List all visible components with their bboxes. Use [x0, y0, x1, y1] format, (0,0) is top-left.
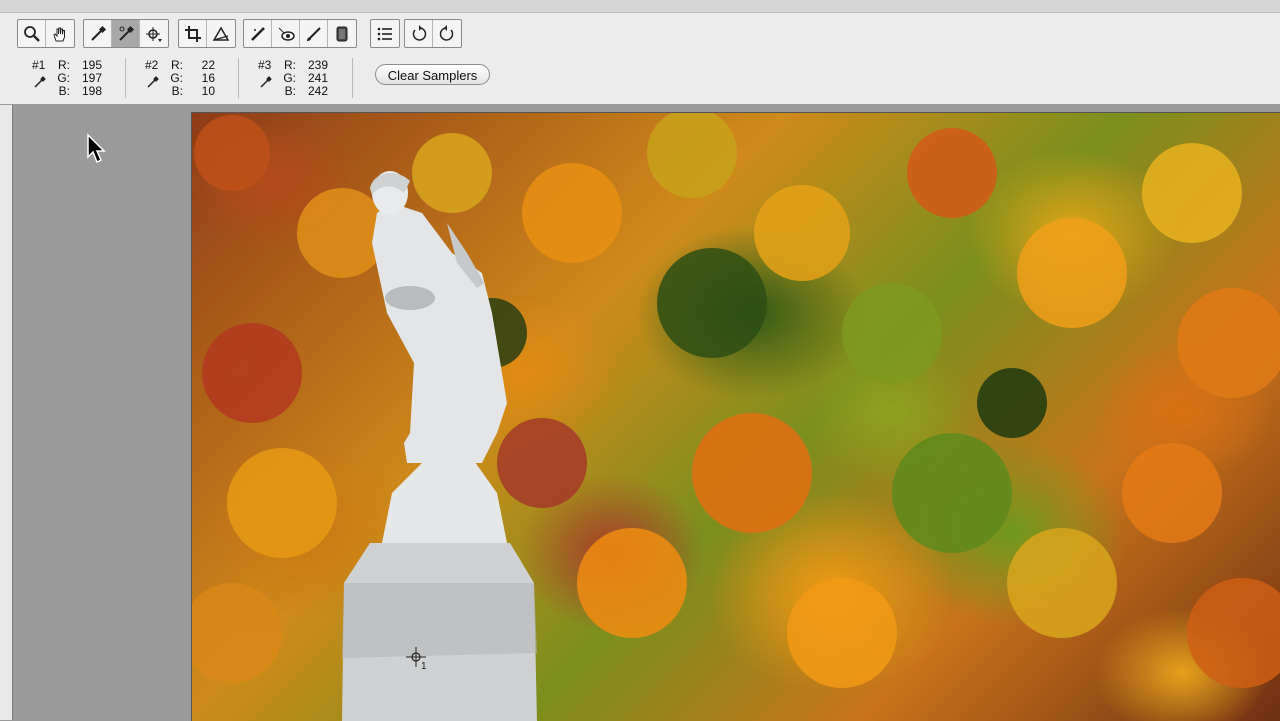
- sampler-number: #1: [32, 58, 46, 72]
- blue-label: B:: [58, 84, 70, 98]
- green-label: G:: [57, 71, 70, 85]
- sampler-divider: [238, 58, 239, 98]
- targeted-adjustment-tool-button[interactable]: [140, 20, 168, 47]
- eyedropper-icon: [34, 76, 46, 88]
- zoom-tool-button[interactable]: [18, 20, 46, 47]
- white-balance-icon: [90, 25, 106, 41]
- hand-tool-button[interactable]: [46, 20, 74, 47]
- graduated-filter-tool-button[interactable]: [328, 20, 356, 47]
- spot-removal-icon: [250, 27, 264, 41]
- rotate-right-icon: [439, 24, 454, 41]
- zoom-icon: [23, 25, 40, 42]
- toolbar: #1 R: G: B: 195 197 198 #2 R: G: B: 22 1…: [0, 0, 1280, 105]
- straighten-tool-button[interactable]: [207, 20, 235, 47]
- hand-icon: [53, 27, 65, 41]
- preferences-button[interactable]: [371, 20, 399, 47]
- red-value: 195: [81, 58, 102, 72]
- red-label: R:: [58, 58, 70, 72]
- crop-icon: [184, 25, 201, 42]
- white-balance-tool-button[interactable]: [84, 20, 112, 47]
- red-value: 239: [307, 58, 328, 72]
- blue-value: 198: [81, 84, 102, 98]
- red-value: 22: [201, 58, 215, 72]
- window-left-frame: [0, 105, 13, 720]
- sampler-tool-group: [83, 19, 169, 48]
- sampler-divider: [352, 58, 353, 98]
- spot-removal-tool-button[interactable]: [244, 20, 272, 47]
- adjustment-brush-tool-button[interactable]: [300, 20, 328, 47]
- image-preview[interactable]: 1: [191, 112, 1280, 721]
- preferences-tool-group: [370, 19, 400, 48]
- red-label: R:: [284, 58, 296, 72]
- rotate-left-button[interactable]: [405, 20, 433, 47]
- red-eye-icon: [278, 27, 295, 41]
- rotate-tool-group: [404, 19, 462, 48]
- green-label: G:: [283, 71, 296, 85]
- sampler-1-readout: #1 R: G: B: 195 197 198: [32, 58, 112, 98]
- crop-tool-group: [178, 19, 236, 48]
- sampler-2-readout: #2 R: G: B: 22 16 10: [145, 58, 225, 98]
- eyedropper-icon: [147, 76, 159, 88]
- eyedropper-icon: [260, 76, 272, 88]
- red-eye-tool-button[interactable]: [272, 20, 300, 47]
- retouch-tool-group: [243, 19, 357, 48]
- clear-samplers-button[interactable]: Clear Samplers: [375, 64, 490, 85]
- straighten-icon: [212, 26, 230, 41]
- red-label: R:: [171, 58, 183, 72]
- green-value: 197: [81, 71, 102, 85]
- blue-value: 10: [201, 84, 215, 98]
- green-value: 16: [201, 71, 215, 85]
- green-value: 241: [307, 71, 328, 85]
- sampler-number: #2: [145, 58, 159, 72]
- rotate-right-button[interactable]: [433, 20, 461, 47]
- blue-label: B:: [171, 84, 183, 98]
- photo-content: 1: [192, 113, 1280, 721]
- mouse-cursor-icon: [87, 133, 106, 164]
- navigation-tool-group: [17, 19, 75, 48]
- color-sampler-icon: [118, 25, 134, 41]
- sampler-number: #3: [258, 58, 272, 72]
- adjustment-brush-icon: [306, 26, 321, 41]
- sampler-3-readout: #3 R: G: B: 239 241 242: [258, 58, 338, 98]
- rotate-left-icon: [412, 24, 426, 41]
- toolbar-top-edge: [0, 0, 1280, 13]
- blue-label: B:: [284, 84, 296, 98]
- crop-tool-button[interactable]: [179, 20, 207, 47]
- sampler-divider: [125, 58, 126, 98]
- color-sampler-tool-button[interactable]: [112, 20, 140, 47]
- blue-value: 242: [307, 84, 328, 98]
- preferences-list-icon: [377, 27, 392, 40]
- sampler-marker-label: 1: [421, 661, 427, 672]
- graduated-filter-icon: [336, 26, 348, 41]
- green-label: G:: [170, 71, 183, 85]
- targeted-adjustment-icon: [146, 26, 162, 42]
